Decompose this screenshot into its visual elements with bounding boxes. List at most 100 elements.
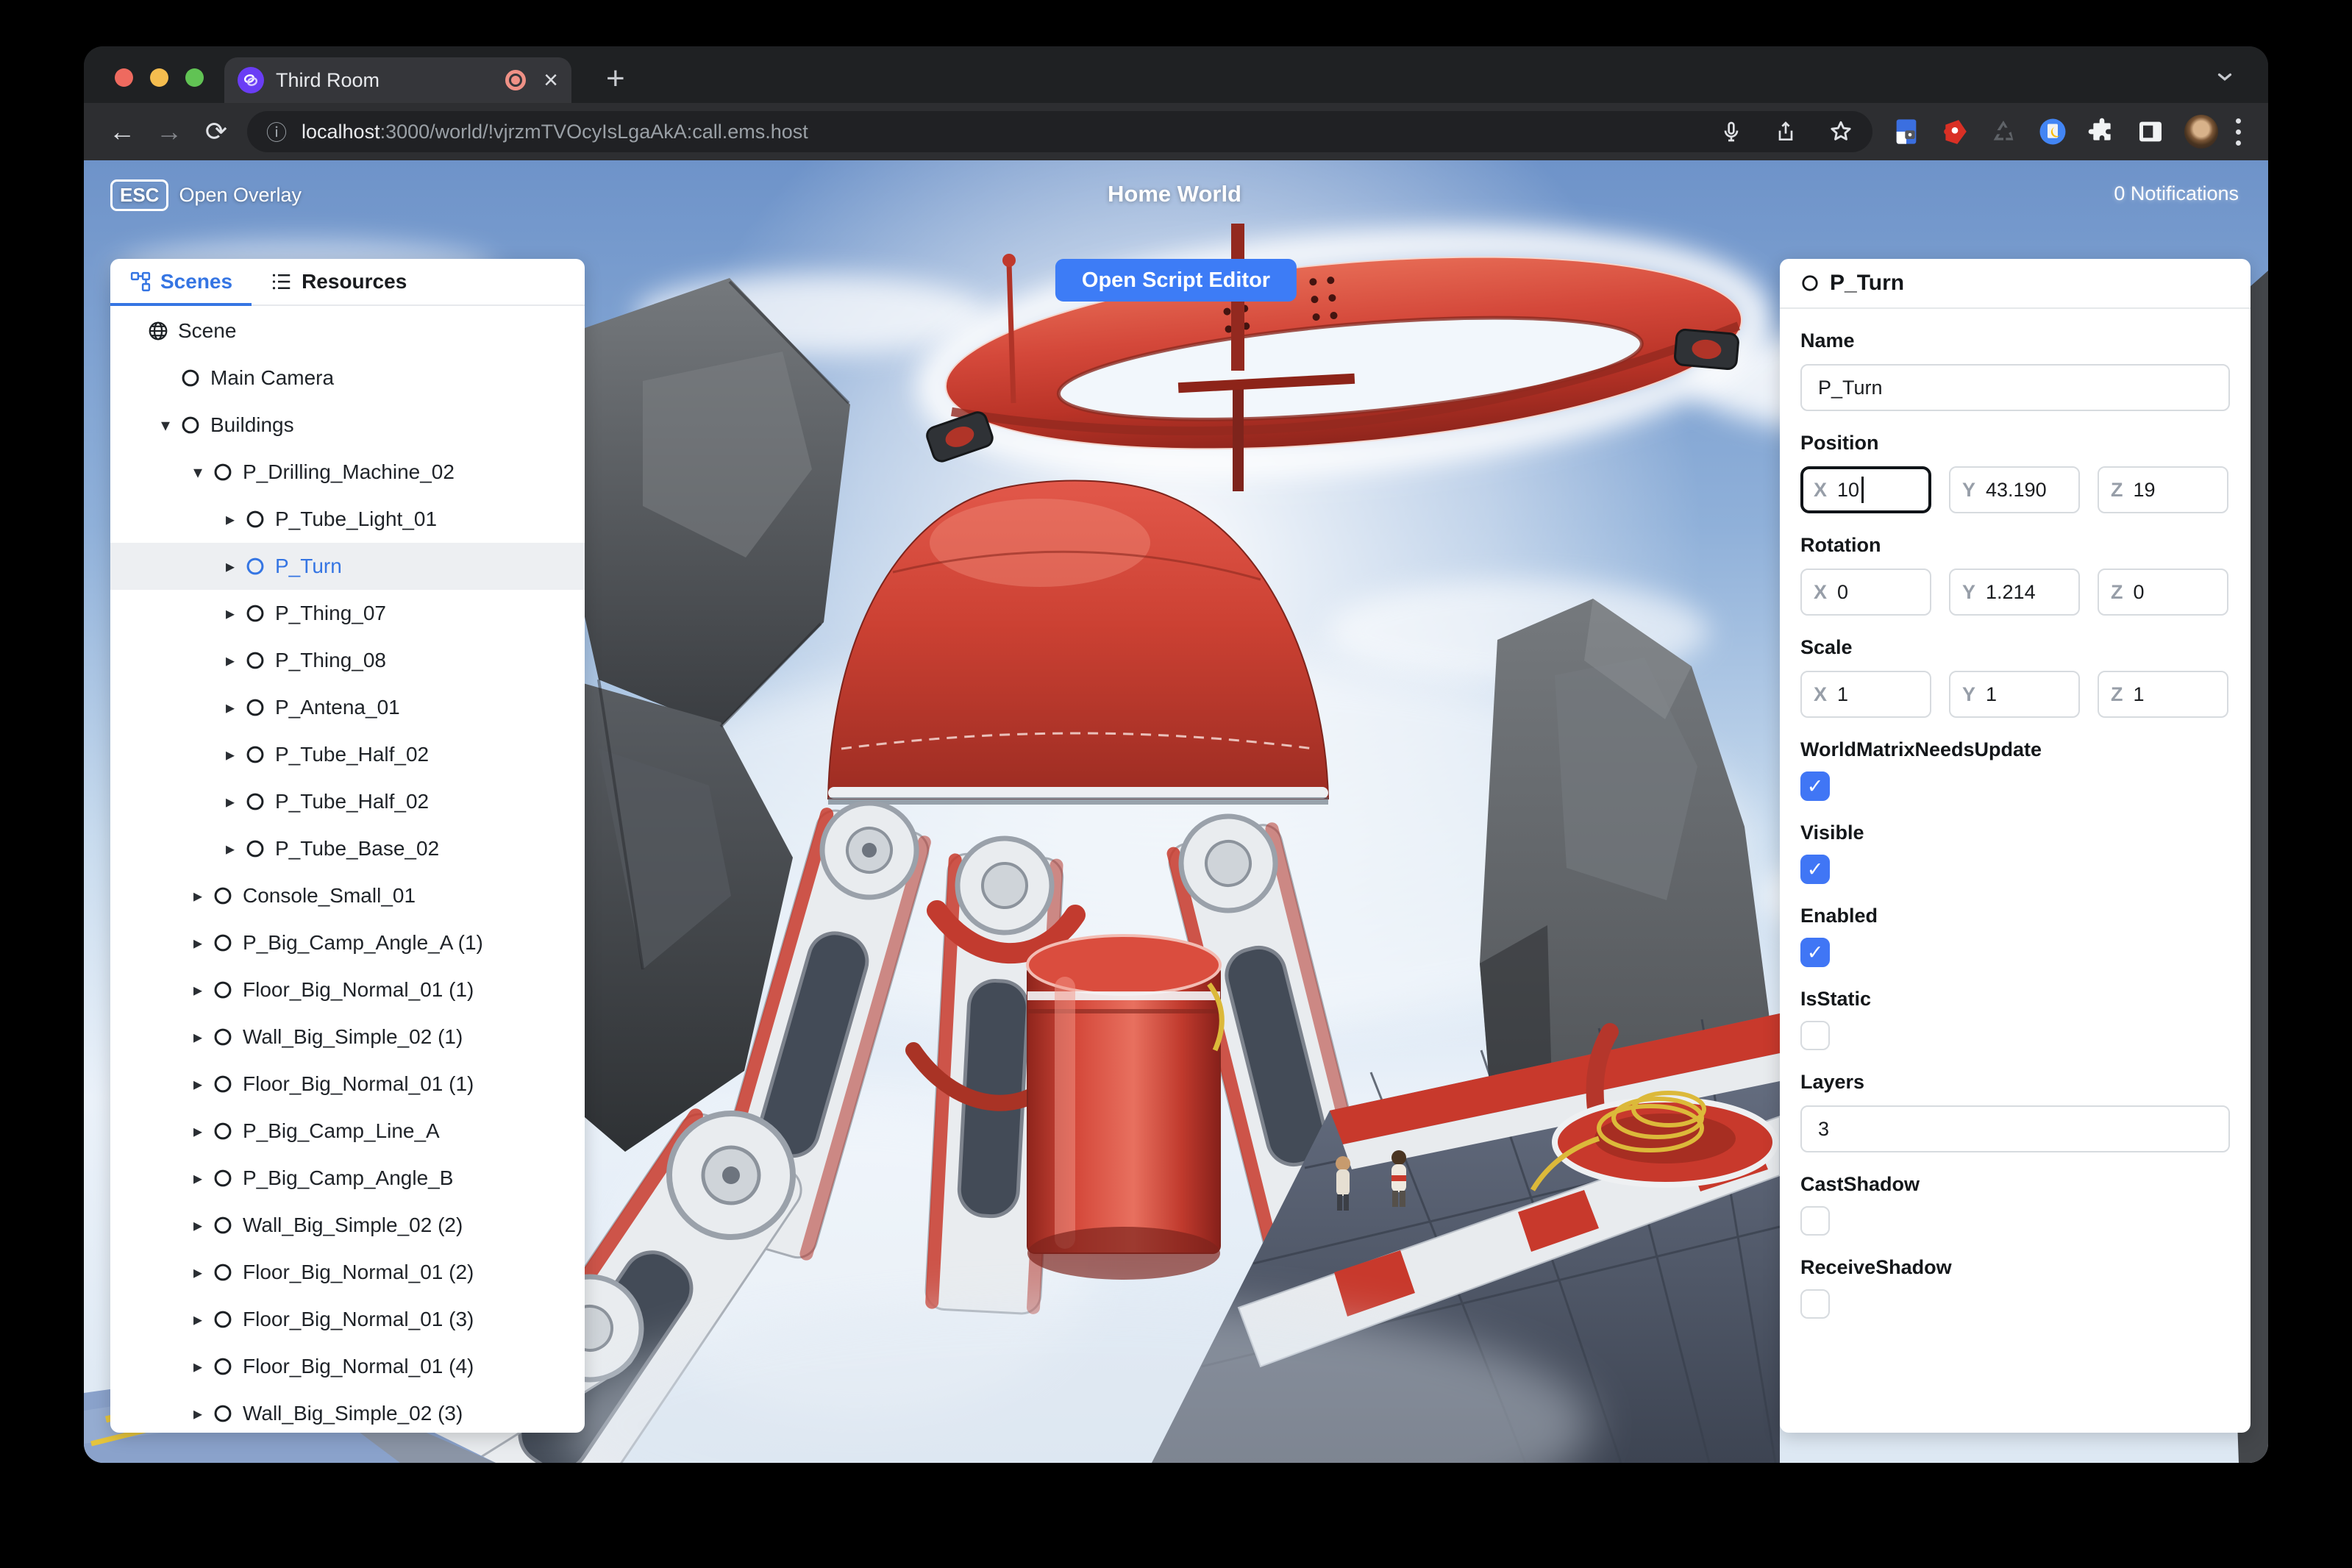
tree-item-p-antena-01[interactable]: ▸ P_Antena_01 — [110, 684, 585, 731]
voice-search-mic-icon[interactable] — [1720, 120, 1743, 143]
chevron-right-icon[interactable]: ▸ — [185, 1309, 210, 1330]
forward-button[interactable]: → — [146, 116, 193, 147]
receiveshadow-checkbox[interactable] — [1800, 1289, 1830, 1319]
new-tab-button[interactable]: + — [606, 63, 625, 95]
chevron-right-icon[interactable]: ▸ — [218, 650, 243, 671]
macos-minimize-button[interactable] — [150, 68, 168, 87]
tree-item-floor-big-normal-01-3[interactable]: ▸ Floor_Big_Normal_01 (3) — [110, 1296, 585, 1343]
worldmatrix-checkbox[interactable]: ✓ — [1800, 771, 1830, 801]
tree-item-buildings[interactable]: ▾ Buildings — [110, 402, 585, 449]
chevron-down-icon[interactable]: ▾ — [153, 415, 178, 436]
rotation-y-input[interactable]: Y 1.214 — [1949, 569, 2080, 616]
tree-item-floor-big-normal-01-2[interactable]: ▸ Floor_Big_Normal_01 (2) — [110, 1249, 585, 1296]
extensions-puzzle-icon[interactable] — [2087, 117, 2117, 146]
address-bar[interactable]: ⓘ localhost:3000/world/!vjrzmTVOcyIsLgaA… — [247, 111, 1872, 152]
tree-item-p-big-camp-line-a[interactable]: ▸ P_Big_Camp_Line_A — [110, 1108, 585, 1155]
chevron-right-icon[interactable]: ▸ — [185, 1262, 210, 1283]
chevron-right-icon[interactable]: ▸ — [218, 744, 243, 766]
scale-z-input[interactable]: Z 1 — [2098, 671, 2228, 718]
visible-checkbox[interactable]: ✓ — [1800, 855, 1830, 884]
tree-item-floor-big-normal-01-1[interactable]: ▸ Floor_Big_Normal_01 (1) — [110, 1061, 585, 1108]
chevron-right-icon[interactable]: ▸ — [185, 980, 210, 1001]
back-button[interactable]: ← — [99, 116, 146, 147]
bookmark-star-icon[interactable] — [1828, 119, 1853, 144]
open-overlay-control[interactable]: ESC Open Overlay — [110, 179, 302, 211]
extension-red-icon[interactable] — [1940, 117, 1970, 146]
scale-row: X 1 Y 1 Z 1 — [1800, 671, 2230, 718]
rotation-z-input[interactable]: Z 0 — [2098, 569, 2228, 616]
chevron-right-icon[interactable]: ▸ — [185, 1403, 210, 1425]
tree-item-p-big-camp-angle-a-1[interactable]: ▸ P_Big_Camp_Angle_A (1) — [110, 919, 585, 966]
tree-item-console-small-01[interactable]: ▸ Console_Small_01 — [110, 872, 585, 919]
enabled-checkbox[interactable]: ✓ — [1800, 938, 1830, 967]
tab-search-chevron-icon[interactable] — [2214, 65, 2236, 91]
browser-menu-icon[interactable] — [2236, 118, 2241, 146]
extension-recycle-icon[interactable] — [1989, 117, 2018, 146]
tree-item-p-tube-half-02[interactable]: ▸ P_Tube_Half_02 — [110, 731, 585, 778]
position-x-input[interactable]: X 10 — [1800, 466, 1931, 513]
macos-close-button[interactable] — [115, 68, 133, 87]
tree-item-scene[interactable]: Scene — [110, 307, 585, 354]
site-info-icon[interactable]: ⓘ — [266, 117, 287, 146]
chevron-right-icon[interactable]: ▸ — [185, 933, 210, 954]
tree-item-p-drilling-machine-02[interactable]: ▾ P_Drilling_Machine_02 — [110, 449, 585, 496]
tree-item-wall-big-simple-02-1[interactable]: ▸ Wall_Big_Simple_02 (1) — [110, 1013, 585, 1061]
tree-item-label: P_Big_Camp_Angle_A (1) — [243, 931, 483, 954]
notifications-status[interactable]: 0 Notifications — [2114, 182, 2239, 205]
tree-item-p-thing-08[interactable]: ▸ P_Thing_08 — [110, 637, 585, 684]
chevron-right-icon[interactable]: ▸ — [185, 1356, 210, 1378]
chevron-right-icon[interactable]: ▸ — [218, 509, 243, 530]
chevron-right-icon[interactable]: ▸ — [218, 697, 243, 719]
tab-scenes[interactable]: Scenes — [110, 259, 252, 306]
layers-input[interactable]: 3 — [1800, 1105, 2230, 1152]
position-z-input[interactable]: Z 19 — [2098, 466, 2228, 513]
chevron-right-icon[interactable]: ▸ — [218, 838, 243, 860]
tree-item-floor-big-normal-01-4[interactable]: ▸ Floor_Big_Normal_01 (4) — [110, 1343, 585, 1390]
tree-item-wall-big-simple-02-2[interactable]: ▸ Wall_Big_Simple_02 (2) — [110, 1202, 585, 1249]
tree-item-wall-big-simple-02-3[interactable]: ▸ Wall_Big_Simple_02 (3) — [110, 1390, 585, 1433]
url-text[interactable]: localhost:3000/world/!vjrzmTVOcyIsLgaAkA… — [302, 121, 1689, 143]
chevron-right-icon[interactable]: ▸ — [185, 885, 210, 907]
chevron-right-icon[interactable]: ▸ — [218, 791, 243, 813]
layers-label: Layers — [1800, 1071, 1865, 1093]
castshadow-checkbox[interactable] — [1800, 1206, 1830, 1236]
tree-item-label: P_Tube_Light_01 — [275, 507, 438, 530]
browser-tab[interactable]: Third Room × — [224, 57, 571, 103]
chevron-right-icon[interactable]: ▸ — [218, 603, 243, 624]
scale-y-input[interactable]: Y 1 — [1949, 671, 2080, 718]
scale-x-input[interactable]: X 1 — [1800, 671, 1931, 718]
reload-button[interactable]: ⟳ — [193, 116, 240, 147]
tab-close-icon[interactable]: × — [544, 68, 558, 93]
rotation-x-input[interactable]: X 0 — [1800, 569, 1931, 616]
tree-item-p-tube-light-01[interactable]: ▸ P_Tube_Light_01 — [110, 496, 585, 543]
profile-avatar[interactable] — [2184, 115, 2218, 149]
extension-password-manager-icon[interactable] — [1892, 117, 1921, 146]
tree-item-p-tube-base-02[interactable]: ▸ P_Tube_Base_02 — [110, 825, 585, 872]
globe-icon — [146, 320, 171, 342]
tree-item-label: Buildings — [210, 413, 294, 436]
share-icon[interactable] — [1774, 120, 1797, 143]
name-input[interactable]: P_Turn — [1800, 364, 2230, 411]
extension-night-mode-icon[interactable] — [2037, 116, 2068, 147]
tree-item-p-big-camp-angle-b[interactable]: ▸ P_Big_Camp_Angle_B — [110, 1155, 585, 1202]
open-script-editor-button[interactable]: Open Script Editor — [1055, 259, 1297, 302]
side-panel-icon[interactable] — [2136, 117, 2165, 146]
tab-resources[interactable]: Resources — [252, 259, 426, 304]
tree-item-main-camera[interactable]: Main Camera — [110, 354, 585, 402]
scene-tree: Scene Main Camera ▾ Buildings ▾ P_Drilling_Ma… — [110, 307, 585, 1433]
chevron-down-icon[interactable]: ▾ — [185, 462, 210, 483]
chevron-right-icon[interactable]: ▸ — [185, 1215, 210, 1236]
isstatic-checkbox[interactable] — [1800, 1021, 1830, 1050]
url-host: localhost — [302, 120, 380, 143]
chevron-right-icon[interactable]: ▸ — [185, 1121, 210, 1142]
chevron-right-icon[interactable]: ▸ — [185, 1027, 210, 1048]
position-y-input[interactable]: Y 43.190 — [1949, 466, 2080, 513]
tree-item-p-turn[interactable]: ▸ P_Turn — [110, 543, 585, 590]
chevron-right-icon[interactable]: ▸ — [185, 1074, 210, 1095]
tree-item-floor-big-normal-01-1[interactable]: ▸ Floor_Big_Normal_01 (1) — [110, 966, 585, 1013]
chevron-right-icon[interactable]: ▸ — [185, 1168, 210, 1189]
tree-item-p-thing-07[interactable]: ▸ P_Thing_07 — [110, 590, 585, 637]
macos-zoom-button[interactable] — [185, 68, 204, 87]
tree-item-p-tube-half-02[interactable]: ▸ P_Tube_Half_02 — [110, 778, 585, 825]
chevron-right-icon[interactable]: ▸ — [218, 556, 243, 577]
